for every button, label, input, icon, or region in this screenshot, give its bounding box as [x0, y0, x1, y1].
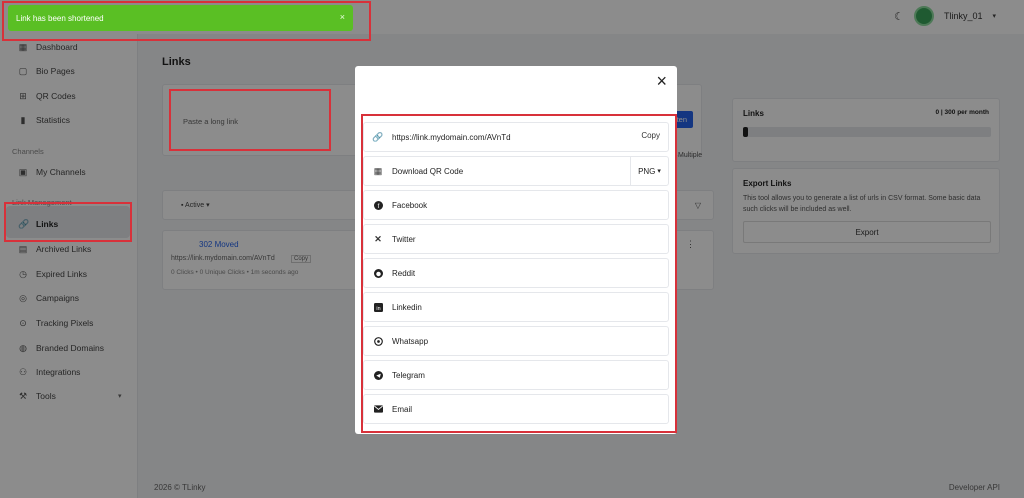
highlight-box-links	[4, 202, 132, 242]
close-icon[interactable]: ×	[656, 72, 667, 90]
highlight-box-share-list	[361, 114, 677, 433]
highlight-box-paste	[169, 89, 331, 151]
highlight-box-toast	[2, 1, 371, 41]
